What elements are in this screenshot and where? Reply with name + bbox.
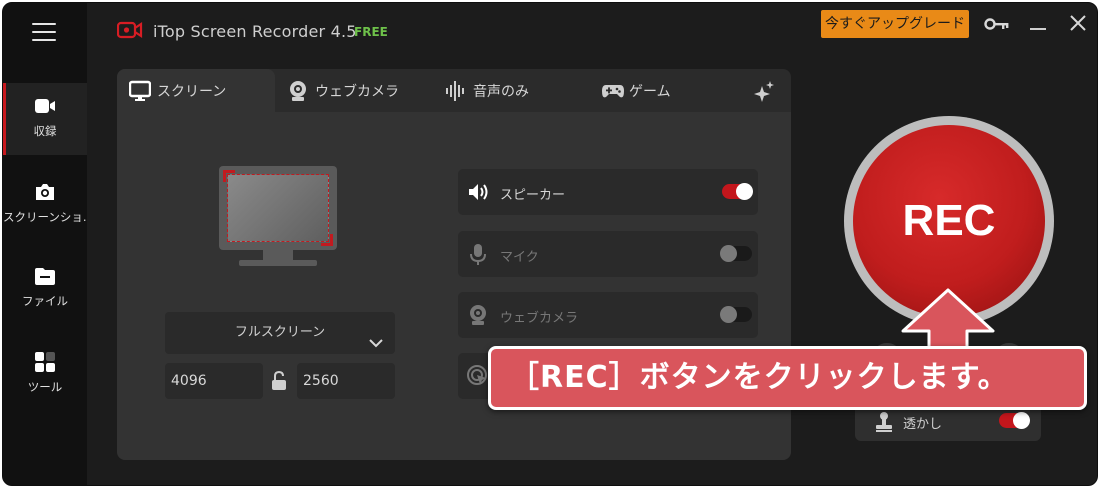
tab-screen[interactable]: スクリーン xyxy=(117,69,275,112)
minimize-icon[interactable] xyxy=(1030,28,1046,30)
camera-icon xyxy=(33,181,57,203)
microphone-option[interactable]: マイク xyxy=(458,231,758,277)
lock-icon[interactable] xyxy=(271,370,287,391)
tab-bar: スクリーン ウェブカメラ 音声のみ ゲーム xyxy=(117,69,791,112)
tab-label: 音声のみ xyxy=(473,83,529,100)
stamp-icon xyxy=(873,411,895,433)
folder-icon xyxy=(33,265,57,287)
tab-label: スクリーン xyxy=(157,83,227,100)
app-logo-icon xyxy=(116,20,143,40)
key-icon[interactable] xyxy=(984,16,1010,30)
sidebar: 収録 スクリーンショ... ファイル ツール xyxy=(3,3,87,485)
webcam-label: ウェブカメラ xyxy=(500,311,579,326)
microphone-icon xyxy=(466,242,490,266)
sidebar-item-screenshot[interactable]: スクリーンショ... xyxy=(3,169,87,241)
app-title: iTop Screen Recorder 4.5 xyxy=(153,22,357,41)
monitor-stand xyxy=(263,250,293,260)
sidebar-item-files[interactable]: ファイル xyxy=(3,253,87,325)
tab-audio-only[interactable]: 音声のみ xyxy=(445,69,585,112)
tab-label: ウェブカメラ xyxy=(315,83,399,100)
cursor-click-icon xyxy=(466,364,490,388)
sidebar-item-record[interactable]: 収録 xyxy=(3,83,87,155)
app-window: 収録 スクリーンショ... ファイル ツール iTop Screen Recor… xyxy=(2,2,1098,486)
microphone-label: マイク xyxy=(500,250,539,265)
sidebar-item-tools[interactable]: ツール xyxy=(3,339,87,411)
webcam-toggle[interactable] xyxy=(720,306,752,323)
free-badge: FREE xyxy=(354,25,388,39)
monitor-base xyxy=(239,260,317,266)
monitor-icon xyxy=(128,80,152,102)
close-icon[interactable] xyxy=(1069,14,1087,32)
webcam-icon xyxy=(287,80,309,102)
sidebar-item-label: ツール xyxy=(27,380,63,394)
webcam-option[interactable]: ウェブカメラ xyxy=(458,292,758,338)
gamepad-icon xyxy=(601,80,624,102)
tab-game[interactable]: ゲーム xyxy=(601,69,741,112)
height-input[interactable]: 2560 xyxy=(297,363,395,399)
waveform-icon xyxy=(445,80,467,102)
capture-mode-value: フルスクリーン xyxy=(234,325,326,340)
tab-label: ゲーム xyxy=(629,83,671,100)
chevron-down-icon xyxy=(369,326,383,348)
microphone-toggle[interactable] xyxy=(720,245,752,262)
watermark-toggle[interactable] xyxy=(999,412,1030,429)
sidebar-item-label: 収録 xyxy=(33,124,57,138)
video-camera-icon xyxy=(33,95,57,117)
menu-icon[interactable] xyxy=(32,23,56,43)
tab-ai-tools[interactable] xyxy=(753,69,787,112)
monitor-preview-icon xyxy=(219,166,337,250)
speaker-option[interactable]: スピーカー xyxy=(458,169,758,215)
speaker-label: スピーカー xyxy=(500,188,566,203)
sparkle-icon xyxy=(753,80,775,102)
webcam-icon xyxy=(466,303,490,327)
tab-webcam[interactable]: ウェブカメラ xyxy=(287,69,437,112)
speaker-toggle[interactable] xyxy=(722,183,753,200)
capture-mode-dropdown[interactable]: フルスクリーン xyxy=(165,312,395,354)
instruction-callout: ［REC］ボタンをクリックします。 xyxy=(488,346,1087,410)
watermark-label: 透かし xyxy=(903,417,943,432)
upgrade-button[interactable]: 今すぐアップグレード xyxy=(821,10,969,38)
sidebar-item-label: スクリーンショ... xyxy=(3,210,87,224)
width-input[interactable]: 4096 xyxy=(165,363,263,399)
speaker-icon xyxy=(466,180,490,204)
sidebar-item-label: ファイル xyxy=(22,294,68,308)
grid-icon xyxy=(33,351,57,373)
